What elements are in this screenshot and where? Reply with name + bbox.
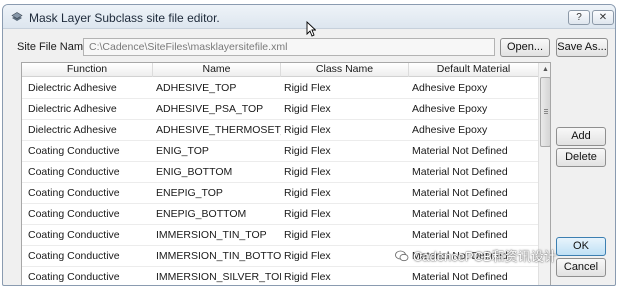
default-material-cell: Material Not Defined [412, 187, 508, 199]
function-cell: Coating Conductive [28, 166, 120, 178]
name-cell: ENEPIG_BOTTOM [156, 208, 247, 220]
default-material-cell: Material Not Defined [412, 229, 508, 241]
help-button[interactable]: ? [568, 10, 590, 25]
class-name-cell: Rigid Flex [284, 145, 331, 157]
scroll-up-arrow-icon[interactable]: ▲ [540, 64, 550, 76]
function-cell: Dielectric Adhesive [28, 124, 117, 136]
table-row[interactable]: Coating Conductive ENEPIG_TOP Rigid Flex… [22, 183, 538, 204]
table-row[interactable]: Coating Conductive IMMERSION_SILVER_TOP … [22, 267, 538, 285]
name-cell: ENIG_BOTTOM [156, 166, 233, 178]
name-cell: ENIG_TOP [156, 145, 209, 157]
cancel-button[interactable]: Cancel [556, 258, 606, 277]
ok-button[interactable]: OK [556, 237, 606, 256]
function-cell: Dielectric Adhesive [28, 103, 117, 115]
name-cell: IMMERSION_TIN_BOTTOM [156, 250, 281, 262]
table-row[interactable]: Dielectric Adhesive ADHESIVE_TOP Rigid F… [22, 78, 538, 99]
window-title: Mask Layer Subclass site file editor. [29, 11, 220, 25]
add-button[interactable]: Add [556, 127, 606, 146]
function-cell: Coating Conductive [28, 271, 120, 283]
function-cell: Dielectric Adhesive [28, 82, 117, 94]
default-material-cell: Adhesive Epoxy [412, 82, 488, 94]
name-cell: ADHESIVE_TOP [156, 82, 237, 94]
app-icon [11, 12, 23, 21]
default-material-cell: Adhesive Epoxy [412, 103, 488, 115]
close-button[interactable]: ✕ [592, 10, 614, 25]
default-material-cell: Material Not Defined [412, 145, 508, 157]
name-cell: ADHESIVE_PSA_TOP [156, 103, 264, 115]
name-cell: IMMERSION_SILVER_TOP [156, 271, 281, 283]
default-material-cell: Material Not Defined [412, 208, 508, 220]
class-name-cell: Rigid Flex [284, 229, 331, 241]
default-material-cell: Adhesive Epoxy [412, 124, 488, 136]
class-name-cell: Rigid Flex [284, 208, 331, 220]
name-cell: ENEPIG_TOP [156, 187, 223, 199]
column-header-class-name[interactable]: Class Name [281, 63, 409, 77]
default-material-cell: Material Not Defined [412, 166, 508, 178]
grip-line [544, 113, 548, 114]
class-name-cell: Rigid Flex [284, 103, 331, 115]
column-header-name[interactable]: Name [153, 63, 281, 77]
class-name-cell: Rigid Flex [284, 271, 331, 283]
open-button[interactable]: Open... [500, 38, 550, 57]
class-name-cell: Rigid Flex [284, 124, 331, 136]
scrollbar-thumb[interactable] [540, 77, 550, 147]
table-row[interactable]: Coating Conductive ENEPIG_BOTTOM Rigid F… [22, 204, 538, 225]
class-name-cell: Rigid Flex [284, 82, 331, 94]
grip-line [544, 111, 548, 112]
watermark: CadencePCB和资讯设计 [395, 246, 557, 265]
site-file-path-field[interactable]: C:\Cadence\SiteFiles\masklayersitefile.x… [83, 38, 495, 56]
table-row[interactable]: Dielectric Adhesive ADHESIVE_PSA_TOP Rig… [22, 99, 538, 120]
site-file-label: Site File Name: [17, 41, 93, 53]
default-material-cell: Material Not Defined [412, 271, 508, 283]
class-name-cell: Rigid Flex [284, 250, 331, 262]
function-cell: Coating Conductive [28, 208, 120, 220]
wechat-icon [395, 250, 409, 262]
mouse-cursor-icon [306, 21, 316, 37]
table-row[interactable]: Dielectric Adhesive ADHESIVE_THERMOSET_T… [22, 120, 538, 141]
watermark-text: CadencePCB和资讯设计 [413, 249, 557, 264]
function-cell: Coating Conductive [28, 145, 120, 157]
function-cell: Coating Conductive [28, 229, 120, 241]
site-file-editor-window: Mask Layer Subclass site file editor. ? … [2, 4, 616, 286]
table-header: Function Name Class Name Default Materia… [22, 63, 538, 77]
class-name-cell: Rigid Flex [284, 187, 331, 199]
grip-line [544, 109, 548, 110]
name-cell: ADHESIVE_THERMOSET_TOP [156, 124, 281, 136]
delete-button[interactable]: Delete [556, 148, 606, 167]
function-cell: Coating Conductive [28, 187, 120, 199]
class-name-cell: Rigid Flex [284, 166, 331, 178]
table-row[interactable]: Coating Conductive IMMERSION_TIN_TOP Rig… [22, 225, 538, 246]
save-as-button[interactable]: Save As... [556, 38, 608, 57]
table-row[interactable]: Coating Conductive ENIG_TOP Rigid Flex M… [22, 141, 538, 162]
column-header-function[interactable]: Function [22, 63, 153, 77]
name-cell: IMMERSION_TIN_TOP [156, 229, 267, 241]
column-header-default-material[interactable]: Default Material [409, 63, 538, 77]
function-cell: Coating Conductive [28, 250, 120, 262]
table-row[interactable]: Coating Conductive ENIG_BOTTOM Rigid Fle… [22, 162, 538, 183]
